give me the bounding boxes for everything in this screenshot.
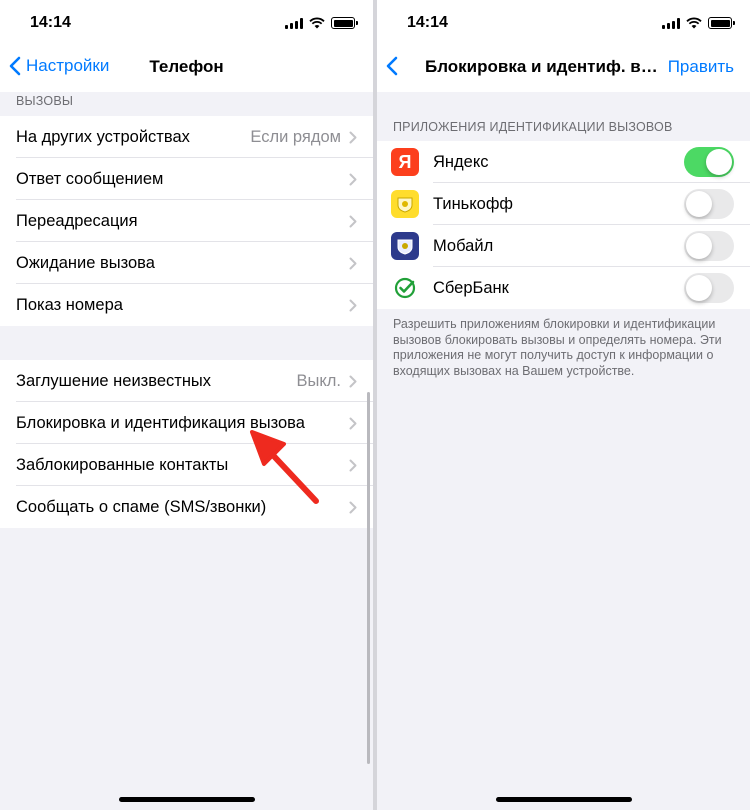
chevron-right-icon [349,131,357,143]
status-icons [285,17,358,29]
status-bar: 14:14 [377,0,750,48]
row-label: На других устройствах [16,127,190,146]
apps-section-header: ПРИЛОЖЕНИЯ ИДЕНТИФИКАЦИИ ВЫЗОВОВ [393,120,673,134]
settings-row-other-devices[interactable]: На других устройствах Если рядом [0,116,373,158]
chevron-left-icon [386,56,398,76]
apps-group: Я Яндекс Тинькофф Мобайл СберБанк [377,141,750,309]
row-value: Если рядом [250,127,341,146]
chevron-right-icon [349,375,357,387]
app-name: Яндекс [433,152,489,171]
yandex-toggle[interactable] [684,147,734,177]
scroll-indicator[interactable] [367,392,370,764]
wifi-icon [686,17,702,29]
wifi-icon [309,17,325,29]
phone-settings-screen: 14:14 Настройки Телефон ВЫЗОВЫ На других… [0,0,373,810]
tinkoff-icon [391,190,419,218]
mobile-icon [391,232,419,260]
status-bar: 14:14 [0,0,373,48]
sberbank-icon [391,274,419,302]
row-label: Переадресация [16,211,138,230]
status-time: 14:14 [407,14,448,31]
app-row-mobile: Мобайл [377,225,750,267]
row-value: Выкл. [296,371,341,390]
chevron-right-icon [349,501,357,513]
edit-button[interactable]: Править [668,57,734,77]
yandex-icon: Я [391,148,419,176]
settings-row-call-waiting[interactable]: Ожидание вызова [0,242,373,284]
cellular-signal-icon [285,17,303,29]
navigation-bar: Настройки Телефон [0,48,373,86]
settings-row-silence-unknown[interactable]: Заглушение неизвестных Выкл. [0,360,373,402]
chevron-right-icon [349,257,357,269]
navigation-bar: Блокировка и идентиф. выз... Править [377,48,750,86]
calls-group: На других устройствах Если рядом Ответ с… [0,116,373,326]
page-title: Блокировка и идентиф. выз... [425,57,666,76]
tinkoff-toggle[interactable] [684,189,734,219]
phone-call-blocking-screen: 14:14 Блокировка и идентиф. выз... Прави… [377,0,750,810]
app-row-sberbank: СберБанк [377,267,750,309]
row-label: Заглушение неизвестных [16,371,212,390]
app-name: Мобайл [433,236,494,255]
sberbank-toggle[interactable] [684,273,734,303]
page-title: Телефон [149,57,224,76]
comparison-stage: 14:14 Настройки Телефон ВЫЗОВЫ На других… [0,0,750,810]
home-indicator[interactable] [118,797,255,802]
settings-row-call-forwarding[interactable]: Переадресация [0,200,373,242]
mobile-toggle[interactable] [684,231,734,261]
row-label: Показ номера [16,295,123,314]
chevron-right-icon [349,215,357,227]
battery-icon [708,17,735,29]
cellular-signal-icon [662,17,680,29]
app-name: СберБанк [433,278,509,297]
battery-icon [331,17,358,29]
row-label: Ответ сообщением [16,169,164,188]
status-time: 14:14 [30,14,71,31]
chevron-right-icon [349,459,357,471]
chevron-right-icon [349,173,357,185]
annotation-arrow-icon [250,430,319,504]
status-icons [662,17,735,29]
calls-section-header: ВЫЗОВЫ [16,94,74,108]
app-row-yandex: Я Яндекс [377,141,750,183]
settings-row-show-caller-id[interactable]: Показ номера [0,284,373,326]
chevron-right-icon [349,299,357,311]
app-row-tinkoff: Тинькофф [377,183,750,225]
settings-row-respond-with-text[interactable]: Ответ сообщением [0,158,373,200]
chevron-right-icon [349,417,357,429]
home-indicator[interactable] [495,797,632,802]
apps-footer-note: Разрешить приложениям блокировки и идент… [393,317,722,378]
back-button[interactable] [385,56,403,76]
app-name: Тинькофф [433,194,514,213]
row-label: Ожидание вызова [16,253,155,272]
